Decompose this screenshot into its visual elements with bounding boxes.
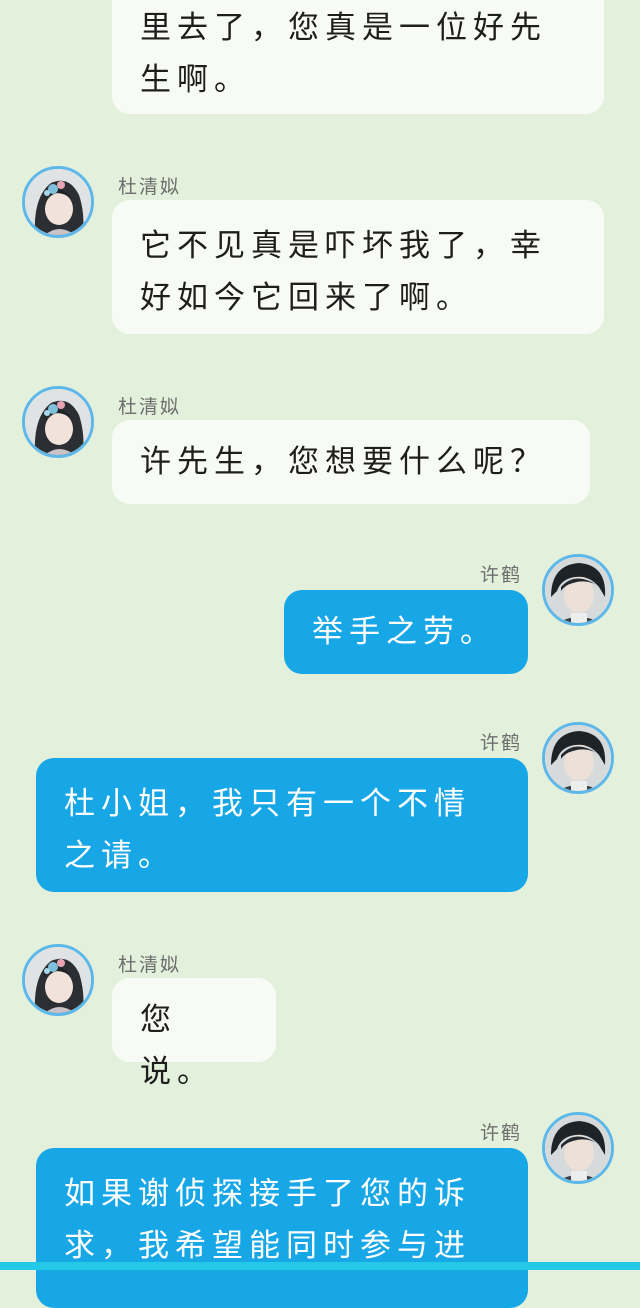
sender-name: 杜清姒 <box>118 176 182 198</box>
message-bubble[interactable]: 杜小姐，我只有一个不情之请。 <box>36 758 528 892</box>
sender-name: 许鹤 <box>479 1122 522 1144</box>
message-bubble[interactable]: 许先生，您想要什么呢？ <box>112 420 590 504</box>
message-bubble[interactable]: 您说。 <box>112 978 276 1090</box>
message-bubble[interactable]: 如果谢侦探接手了您的诉求，我希望能同时参与进 <box>36 1148 528 1308</box>
avatar[interactable] <box>542 1112 614 1184</box>
avatar[interactable] <box>22 386 94 458</box>
avatar[interactable] <box>542 554 614 626</box>
avatar[interactable] <box>542 722 614 794</box>
sender-name: 许鹤 <box>479 564 522 586</box>
avatar[interactable] <box>22 166 94 238</box>
avatar[interactable] <box>22 944 94 1016</box>
message-bubble[interactable]: 它不见真是吓坏我了，幸好如今它回来了啊。 <box>112 200 604 334</box>
sender-name: 杜清姒 <box>118 396 182 418</box>
female-avatar-icon <box>25 169 91 235</box>
male-avatar-icon <box>545 725 611 791</box>
male-avatar-icon <box>545 557 611 623</box>
female-avatar-icon <box>25 389 91 455</box>
message-bubble[interactable]: 举手之劳。 <box>284 590 528 674</box>
sender-name: 许鹤 <box>479 732 522 754</box>
female-avatar-icon <box>25 947 91 1013</box>
male-avatar-icon <box>545 1115 611 1181</box>
bottom-edge-bar <box>0 1262 640 1270</box>
sender-name: 杜清姒 <box>118 954 182 976</box>
message-bubble[interactable]: 里去了，您真是一位好先生啊。 <box>112 0 604 114</box>
